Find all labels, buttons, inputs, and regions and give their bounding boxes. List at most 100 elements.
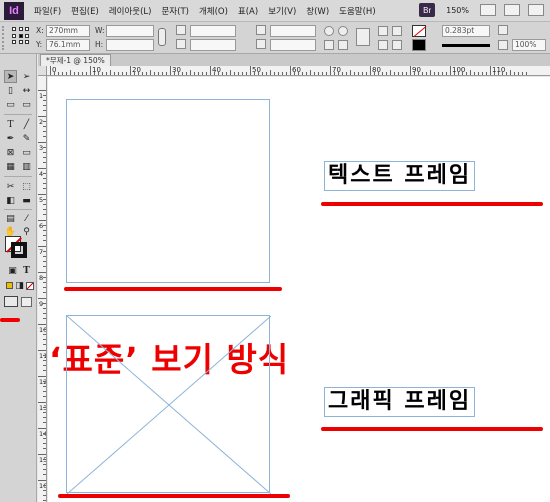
rotate-cw-icon[interactable] [324, 26, 334, 36]
h-ruler-tick [422, 72, 423, 75]
flip-horizontal-icon[interactable] [324, 40, 334, 50]
content-collector-icon[interactable]: ▭ [4, 98, 17, 111]
view-mode-highlight [0, 318, 20, 322]
content-placer-icon[interactable]: ▭ [20, 98, 33, 111]
control-bar-grip[interactable] [2, 26, 8, 50]
v-ruler-tick [43, 183, 46, 184]
menu-help[interactable]: 도움말(H) [339, 5, 375, 17]
h-ruler-tick [214, 72, 215, 75]
v-ruler-tick [43, 386, 46, 387]
v-ruler-tick [43, 391, 46, 392]
menu-layout[interactable]: 레이아웃(L) [109, 5, 152, 17]
h-ruler-tick [426, 72, 427, 75]
menu-type[interactable]: 문자(T) [161, 5, 188, 17]
text-frame[interactable] [66, 99, 270, 283]
arrange-documents-icon[interactable] [528, 4, 544, 16]
apply-none-icon[interactable] [23, 279, 36, 292]
select-next-icon[interactable] [392, 40, 402, 50]
width-field[interactable] [106, 25, 154, 37]
formatting-container-icon[interactable]: ▣ [6, 264, 19, 277]
select-container-icon[interactable] [378, 26, 388, 36]
height-field[interactable] [106, 39, 154, 51]
menu-object[interactable]: 개체(O) [199, 5, 228, 17]
menu-window[interactable]: 창(W) [306, 5, 329, 17]
h-ruler-tick [410, 66, 411, 75]
fill-stroke-widget[interactable] [5, 236, 27, 258]
line-tool-icon[interactable]: ╱ [20, 118, 33, 131]
page-tool-icon[interactable]: ▯ [4, 84, 17, 97]
text-frame-label: 텍스트 프레임 [324, 161, 476, 191]
opacity-field[interactable]: 100% [512, 39, 546, 51]
horizontal-grid-tool-icon[interactable]: ▦ [4, 160, 17, 173]
gap-tool-icon[interactable]: ↔ [20, 84, 33, 97]
reference-point-icon[interactable] [12, 27, 30, 45]
constrain-proportions-icon[interactable] [158, 28, 166, 46]
vertical-ruler[interactable]: 1 2 3 4 5 6 7 8 9 10 11 12 13 14 15 16 [38, 76, 47, 502]
vertical-grid-tool-icon[interactable]: ▥ [20, 160, 33, 173]
rotate-ccw-icon[interactable] [338, 26, 348, 36]
pen-tool-icon[interactable]: ✒ [4, 132, 17, 145]
h-ruler-tick [50, 66, 51, 75]
fill-swatch-icon[interactable] [412, 25, 426, 37]
scale-y-field[interactable] [190, 39, 236, 51]
h-ruler-tick [478, 72, 479, 75]
selection-tool-icon[interactable]: ➤ [4, 70, 17, 83]
drop-shadow-icon[interactable] [498, 25, 508, 35]
document-tab[interactable]: *무제-1 @ 150% [40, 54, 111, 66]
horizontal-ruler[interactable]: 0 10 20 30 40 50 60 70 80 90 100 110 [38, 66, 550, 76]
rectangle-tool-icon[interactable]: ▭ [20, 146, 33, 159]
type-tool-icon[interactable]: T [4, 118, 17, 131]
shear-field[interactable] [270, 39, 316, 51]
h-ruler-tick [430, 70, 431, 75]
formatting-text-icon[interactable]: T [20, 264, 33, 277]
stroke-weight-field[interactable]: 0.283pt [442, 25, 490, 37]
flip-vertical-icon[interactable] [338, 40, 348, 50]
eyedropper-tool-icon[interactable]: ⁄ [20, 212, 33, 225]
h-ruler-tick [454, 72, 455, 75]
direct-selection-tool-icon[interactable]: ➢ [20, 70, 33, 83]
v-ruler-label: 7 [39, 248, 44, 256]
scissors-tool-icon[interactable]: ✂ [4, 180, 17, 193]
stroke-swatch-icon[interactable] [412, 39, 426, 51]
menu-edit[interactable]: 편집(E) [71, 5, 99, 17]
h-ruler-tick [174, 72, 175, 75]
v-ruler-tick [43, 235, 46, 236]
ruler-origin[interactable] [38, 66, 47, 76]
normal-view-mode-icon[interactable] [4, 296, 18, 307]
select-content-icon[interactable] [392, 26, 402, 36]
y-position-field[interactable]: 76.1mm [46, 39, 90, 51]
h-ruler-tick [230, 70, 231, 75]
bridge-icon[interactable]: Br [419, 3, 436, 17]
note-tool-icon[interactable]: ▤ [4, 212, 17, 225]
h-ruler-tick [66, 72, 67, 75]
h-ruler-tick [414, 72, 415, 75]
menu-file[interactable]: 파일(F) [34, 5, 61, 17]
v-ruler-label: 13 [39, 404, 47, 412]
menu-view[interactable]: 보기(V) [268, 5, 296, 17]
graphic-frame-label-underline [321, 427, 543, 431]
zoom-level-select[interactable]: 150% [443, 5, 472, 16]
stroke-icon[interactable] [11, 242, 27, 258]
rectangle-frame-tool-icon[interactable]: ⊠ [4, 146, 17, 159]
select-previous-icon[interactable] [378, 40, 388, 50]
h-ruler-tick [526, 72, 527, 75]
view-options-icon[interactable] [480, 4, 496, 16]
graphic-frame[interactable] [66, 315, 271, 494]
x-label: X: [36, 26, 44, 35]
menu-bar: Id 파일(F) 편집(E) 레이아웃(L) 문자(T) 개체(O) 표(A) … [0, 0, 550, 22]
x-position-field[interactable]: 270mm [46, 25, 90, 37]
menu-table[interactable]: 표(A) [238, 5, 258, 17]
free-transform-tool-icon[interactable]: ⬚ [20, 180, 33, 193]
gradient-swatch-tool-icon[interactable]: ◧ [4, 194, 17, 207]
preview-mode-icon[interactable] [21, 297, 32, 307]
document-canvas[interactable]: 텍스트 프레임 ‘표준’ 보기 방식 그래픽 프레임 [48, 77, 550, 502]
stroke-type-select[interactable] [442, 44, 490, 47]
h-ruler-tick [106, 72, 107, 75]
v-ruler-tick [43, 199, 46, 200]
gradient-feather-tool-icon[interactable]: ▬ [20, 194, 33, 207]
screen-mode-icon[interactable] [504, 4, 520, 16]
rotation-field[interactable] [270, 25, 316, 37]
h-ruler-tick [502, 72, 503, 75]
pencil-tool-icon[interactable]: ✎ [20, 132, 33, 145]
scale-x-field[interactable] [190, 25, 236, 37]
